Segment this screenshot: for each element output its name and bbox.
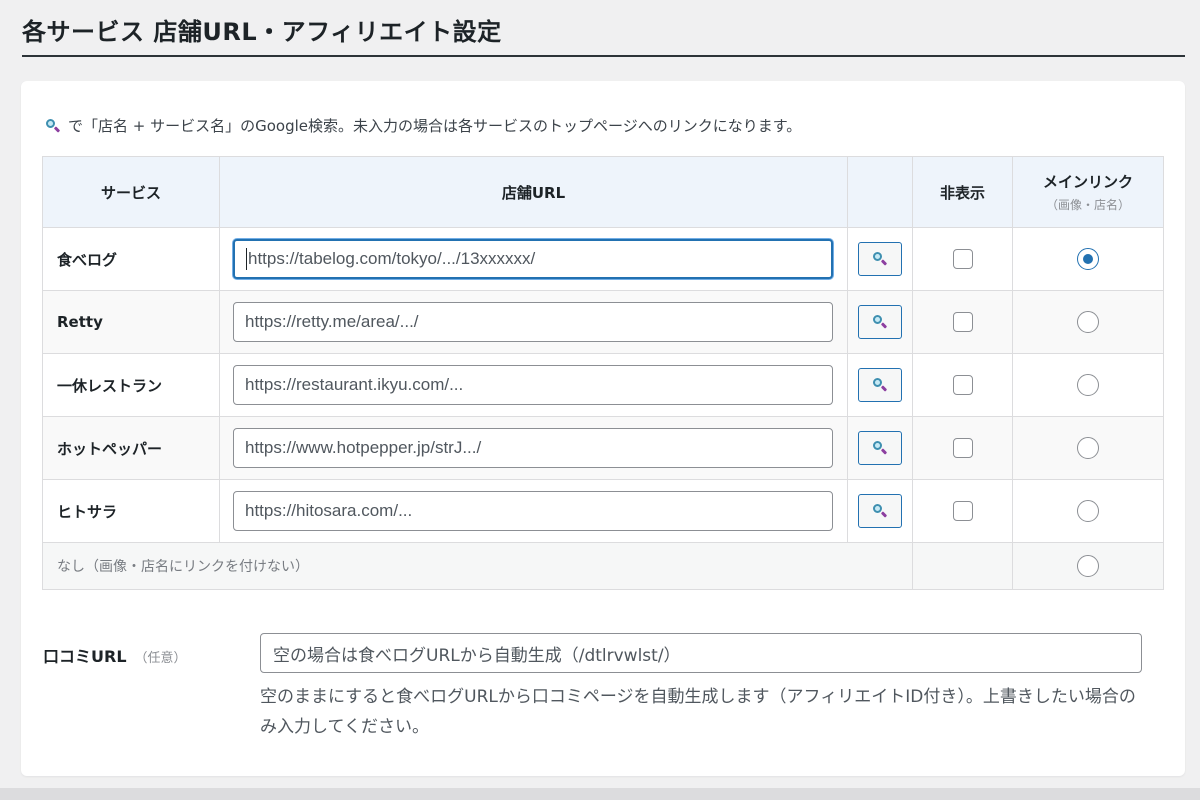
store-url-input[interactable]: https://hitosara.com/... (233, 491, 833, 531)
hide-checkbox[interactable] (952, 501, 973, 521)
url-placeholder: https://www.hotpepper.jp/strJ.../ (245, 438, 482, 457)
google-search-button[interactable] (858, 431, 902, 465)
url-cell: https://hitosara.com/... (219, 479, 848, 543)
google-search-button[interactable] (858, 305, 902, 339)
kuchikomi-url-input[interactable]: 空の場合は食べログURLから自動生成（/dtlrvwlst/） (260, 633, 1142, 673)
hide-cell (912, 479, 1013, 543)
search-icon (873, 441, 887, 455)
main-link-radio[interactable] (1077, 374, 1099, 396)
service-name: ヒトサラ (42, 479, 220, 543)
main-link-radio[interactable] (1077, 437, 1099, 459)
bottom-scroll-strip (0, 788, 1200, 800)
search-icon (873, 378, 887, 392)
header-search (847, 156, 913, 228)
kuchikomi-description: 空のままにすると食べログURLから口コミページを自動生成します（アフィリエイトI… (260, 687, 1136, 737)
hide-cell (912, 290, 1013, 354)
service-name: 一休レストラン (42, 353, 220, 417)
main-link-radio[interactable] (1077, 500, 1099, 522)
optional-tag: （任意） (134, 651, 187, 666)
search-icon (873, 315, 887, 329)
page-title: 各サービス 店舗URL・アフィリエイト設定 (22, 12, 1185, 57)
search-cell (847, 227, 913, 291)
store-url-input[interactable]: https://www.hotpepper.jp/strJ.../ (233, 428, 833, 468)
table-header-row: サービス 店舗URL 非表示 メインリンク （画像・店名） (42, 156, 1164, 228)
url-cell: https://tabelog.com/tokyo/.../13xxxxxx/ (219, 227, 848, 291)
service-row: ホットペッパー https://www.hotpepper.jp/strJ.../ (42, 416, 1164, 480)
hide-cell (912, 227, 1013, 291)
store-url-input[interactable]: https://restaurant.ikyu.com/... (233, 365, 833, 405)
hide-checkbox[interactable] (952, 375, 973, 395)
main-link-radio[interactable] (1077, 311, 1099, 333)
settings-card: で「店名 + サービス名」のGoogle検索。未入力の場合は各サービスのトップペ… (21, 81, 1185, 776)
search-icon (873, 252, 887, 266)
url-placeholder: https://hitosara.com/... (245, 501, 413, 520)
hide-checkbox[interactable] (952, 249, 973, 269)
url-placeholder: https://restaurant.ikyu.com/... (245, 375, 464, 394)
store-url-input[interactable]: https://tabelog.com/tokyo/.../13xxxxxx/ (233, 239, 833, 279)
none-label: なし（画像・店名にリンクを付けない） (42, 542, 913, 590)
service-name: 食べログ (42, 227, 220, 291)
url-cell: https://www.hotpepper.jp/strJ.../ (219, 416, 848, 480)
search-cell (847, 290, 913, 354)
kuchikomi-label-text: 口コミURL (43, 647, 127, 666)
url-cell: https://restaurant.ikyu.com/... (219, 353, 848, 417)
header-main-link-label: メインリンク (1042, 173, 1133, 191)
header-url: 店舗URL (219, 156, 848, 228)
none-empty-cell (912, 542, 1013, 590)
store-url-input[interactable]: https://retty.me/area/.../ (233, 302, 833, 342)
none-radio-cell (1012, 542, 1164, 590)
hide-cell (912, 416, 1013, 480)
main-link-cell (1012, 353, 1164, 417)
google-search-button[interactable] (858, 494, 902, 528)
google-search-button[interactable] (858, 242, 902, 276)
search-cell (847, 479, 913, 543)
main-link-cell (1012, 227, 1164, 291)
search-cell (847, 353, 913, 417)
service-row: Retty https://retty.me/area/.../ (42, 290, 1164, 354)
hide-cell (912, 353, 1013, 417)
header-service: サービス (42, 156, 220, 228)
main-link-none-radio[interactable] (1077, 555, 1099, 577)
kuchikomi-url-label: 口コミURL （任意） (43, 643, 187, 667)
header-hide: 非表示 (912, 156, 1013, 228)
search-icon (873, 504, 887, 518)
hide-checkbox[interactable] (952, 312, 973, 332)
url-placeholder: https://retty.me/area/.../ (245, 312, 419, 331)
service-name: ホットペッパー (42, 416, 220, 480)
service-row: 食べログ https://tabelog.com/tokyo/.../13xxxx… (42, 227, 1164, 291)
search-icon (46, 118, 60, 133)
service-table: サービス 店舗URL 非表示 メインリンク （画像・店名） 食べログ https:… (42, 156, 1164, 590)
hide-checkbox[interactable] (952, 438, 973, 458)
hint-text: で「店名 + サービス名」のGoogle検索。未入力の場合は各サービスのトップペ… (46, 115, 801, 136)
url-cell: https://retty.me/area/.../ (219, 290, 848, 354)
main-link-cell (1012, 416, 1164, 480)
url-placeholder: https://tabelog.com/tokyo/.../13xxxxxx/ (248, 249, 536, 268)
search-cell (847, 416, 913, 480)
google-search-button[interactable] (858, 368, 902, 402)
header-main-link-sub: （画像・店名） (1045, 198, 1130, 212)
service-row: 一休レストラン https://restaurant.ikyu.com/... (42, 353, 1164, 417)
service-name: Retty (42, 290, 220, 354)
text-caret (246, 248, 247, 270)
service-row: ヒトサラ https://hitosara.com/... (42, 479, 1164, 543)
none-row: なし（画像・店名にリンクを付けない） (42, 542, 1164, 590)
header-main-link: メインリンク （画像・店名） (1012, 156, 1164, 228)
main-link-cell (1012, 479, 1164, 543)
main-link-cell (1012, 290, 1164, 354)
hint-label: で「店名 + サービス名」のGoogle検索。未入力の場合は各サービスのトップペ… (68, 117, 802, 135)
main-link-radio[interactable] (1077, 248, 1099, 270)
